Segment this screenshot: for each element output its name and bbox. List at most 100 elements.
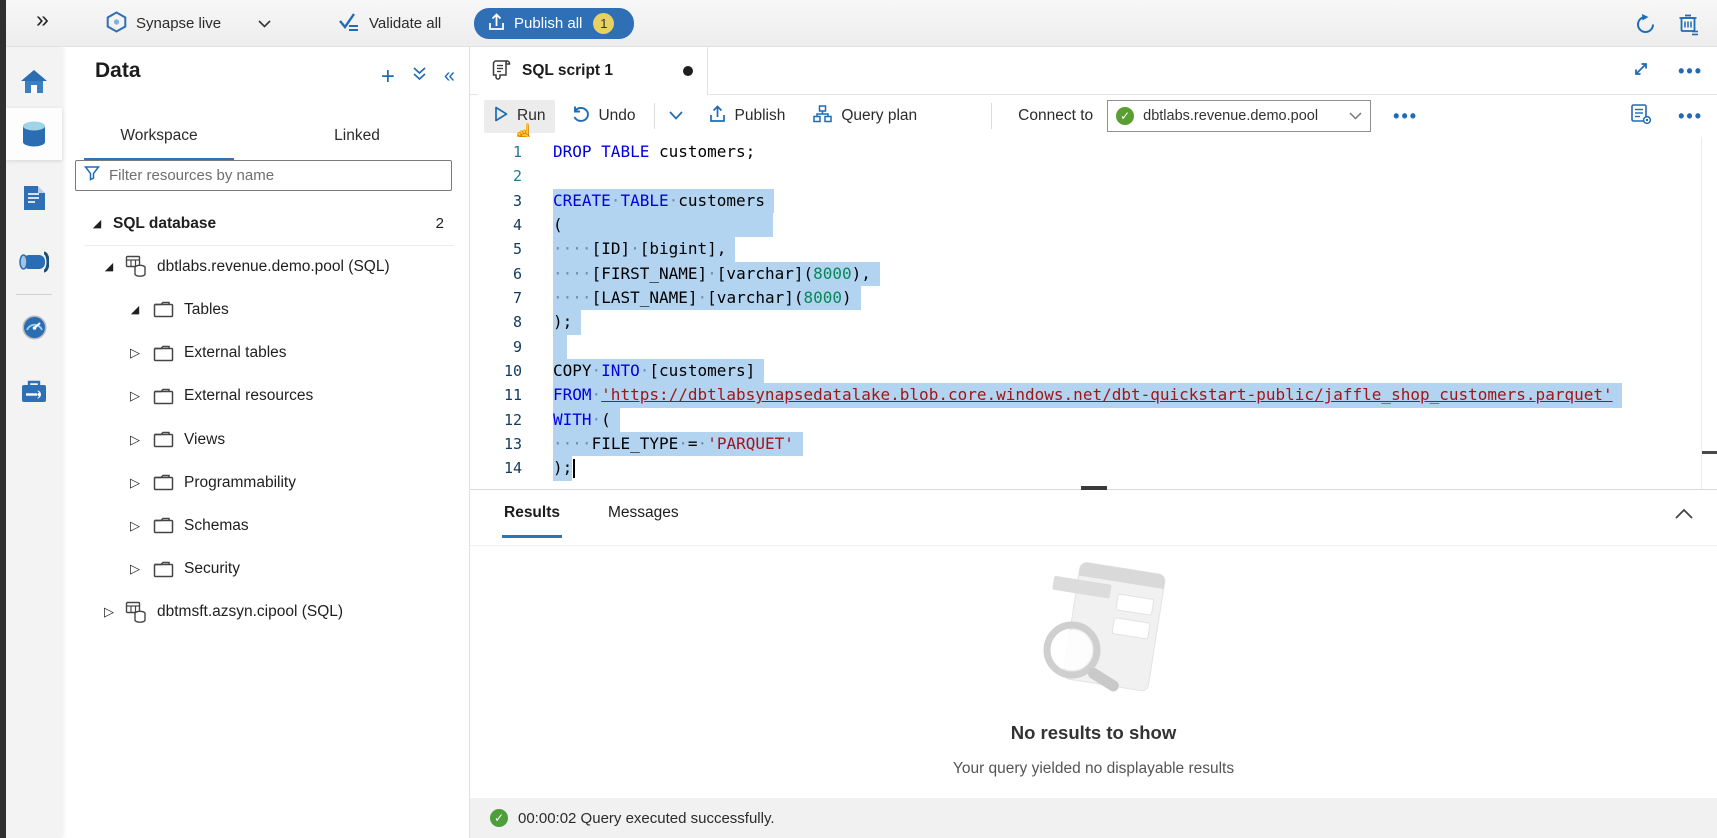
tree-expand-icon[interactable]: ▷	[129, 518, 141, 534]
line-number: 10	[470, 359, 522, 383]
tree-row-folder[interactable]: ▷Schemas	[62, 504, 469, 547]
line-number: 13	[470, 432, 522, 456]
undo-redo-chevron-icon[interactable]	[663, 107, 689, 125]
run-button[interactable]: Run ☝	[484, 100, 555, 133]
git-mode-selector[interactable]: Synapse live	[106, 11, 271, 36]
publish-icon	[488, 13, 505, 35]
nav-develop-icon[interactable]	[6, 172, 62, 224]
line-number: 4	[470, 213, 522, 237]
tree-expand-icon[interactable]: ▷	[129, 475, 141, 491]
script-properties-icon[interactable]	[1630, 103, 1652, 130]
tab-workspace[interactable]: Workspace	[84, 119, 234, 157]
sql-code-editor[interactable]: 1 DROP TABLE customers;23CREATE·TABLE·cus…	[470, 137, 1717, 489]
add-resource-icon[interactable]: +	[381, 67, 395, 87]
tree-expand-icon[interactable]: ▷	[103, 604, 115, 620]
tree-row-pool[interactable]: ▷dbtmsft.azsyn.cipool (SQL)	[62, 591, 469, 634]
document-tab-row: SQL script 1 •••	[470, 47, 1717, 95]
tree-row-sql-database[interactable]: ◢SQL database2	[62, 202, 469, 245]
tab-results[interactable]: Results	[504, 504, 560, 522]
line-number: 9	[470, 335, 522, 359]
code-line[interactable]: 13 ····FILE_TYPE·=·'PARQUET'	[470, 432, 1717, 456]
expand-editor-icon[interactable]	[1632, 60, 1650, 83]
code-line[interactable]: 12WITH·(	[470, 408, 1717, 432]
toolbar-more-icon[interactable]: •••	[1393, 106, 1418, 127]
navigation-rail	[6, 47, 62, 838]
line-content: FROM·'https://dbtlabsynapsedatalake.blob…	[553, 383, 1622, 407]
tree-expand-icon[interactable]: ▷	[129, 388, 141, 404]
nav-home-icon[interactable]	[6, 56, 62, 108]
publish-button[interactable]: Publish	[699, 99, 796, 134]
folder-icon	[153, 431, 174, 448]
tree-collapse-icon[interactable]: ◢	[103, 260, 115, 273]
selection-highlight: COPY·INTO·[customers]	[553, 359, 755, 383]
selection-highlight: );	[553, 310, 572, 334]
tree-row-folder[interactable]: ▷External resources	[62, 375, 469, 418]
nav-integrate-icon[interactable]	[6, 236, 62, 288]
code-line[interactable]: 11FROM·'https://dbtlabsynapsedatalake.bl…	[470, 383, 1717, 407]
selection-highlight: CREATE·TABLE·customers	[553, 189, 765, 213]
refresh-icon[interactable]	[1633, 12, 1657, 36]
nav-data-icon[interactable]	[6, 108, 62, 160]
filter-resources-input[interactable]	[109, 167, 443, 184]
code-line[interactable]: 1 DROP TABLE customers;	[470, 140, 1717, 164]
sql-database-tree: ◢SQL database2◢dbtlabs.revenue.demo.pool…	[62, 202, 469, 634]
tree-expand-icon[interactable]: ▷	[129, 561, 141, 577]
code-line[interactable]: 5····[ID]·[bigint],	[470, 237, 1717, 261]
tree-row-folder[interactable]: ▷Views	[62, 418, 469, 461]
tab-more-actions-icon[interactable]: •••	[1678, 61, 1703, 82]
tree-row-folder[interactable]: ▷Security	[62, 548, 469, 591]
tree-row-folder[interactable]: ▷External tables	[62, 332, 469, 375]
tree-collapse-icon[interactable]: ◢	[91, 217, 103, 230]
line-content: (	[553, 213, 773, 237]
connect-to-pool-dropdown[interactable]: ✓ dbtlabs.revenue.demo.pool	[1107, 100, 1371, 132]
code-line[interactable]: 8);	[470, 310, 1717, 334]
code-line[interactable]: 6····[FIRST_NAME]·[varchar](8000),	[470, 262, 1717, 286]
tree-collapse-icon[interactable]: ◢	[129, 303, 141, 316]
editor-scrollbar-thumb[interactable]	[1702, 451, 1717, 454]
line-content: DROP TABLE customers;	[553, 140, 755, 164]
discard-all-icon[interactable]	[1677, 12, 1701, 36]
folder-icon	[153, 561, 174, 578]
undo-button[interactable]: Undo	[561, 99, 645, 133]
no-results-illustration	[1008, 558, 1183, 728]
line-number: 1	[470, 140, 522, 164]
validate-all-button[interactable]: Validate all	[338, 11, 441, 36]
collapse-panel-icon[interactable]: «	[444, 65, 455, 88]
data-explorer-panel: Data + « Workspace Linked ◢SQL database2…	[62, 47, 470, 838]
sql-script-tab[interactable]: SQL script 1	[478, 47, 708, 95]
tree-expand-icon[interactable]: ▷	[129, 345, 141, 361]
query-plan-button[interactable]: Query plan	[803, 99, 927, 134]
nav-manage-icon[interactable]	[6, 365, 62, 417]
line-number: 14	[470, 456, 522, 480]
selection-highlight: );	[553, 456, 572, 480]
collapse-results-icon[interactable]	[1675, 506, 1693, 524]
chevron-down-icon	[258, 15, 271, 32]
editor-more-actions-icon[interactable]: •••	[1678, 106, 1703, 127]
code-line[interactable]: 2	[470, 164, 1717, 188]
selection-highlight: (	[553, 213, 563, 237]
tree-row-pool[interactable]: ◢dbtlabs.revenue.demo.pool (SQL)	[62, 245, 469, 288]
publish-all-button[interactable]: Publish all 1	[474, 8, 634, 39]
validate-label: Validate all	[369, 15, 441, 32]
expand-all-icon[interactable]	[412, 66, 427, 87]
selection-tail	[852, 286, 861, 310]
selection-highlight: ····[ID]·[bigint],	[553, 237, 726, 261]
tab-messages[interactable]: Messages	[608, 504, 679, 522]
nav-monitor-icon[interactable]	[6, 301, 62, 353]
tree-row-folder[interactable]: ▷Programmability	[62, 461, 469, 504]
data-panel-tabs: Workspace Linked	[62, 119, 469, 157]
code-line[interactable]: 14);	[470, 456, 1717, 480]
code-line[interactable]: 9	[470, 335, 1717, 359]
tab-linked[interactable]: Linked	[282, 119, 432, 157]
publish-all-label: Publish all	[514, 15, 582, 32]
code-line[interactable]: 7····[LAST_NAME]·[varchar](8000)	[470, 286, 1717, 310]
code-line[interactable]: 10 COPY·INTO·[customers]	[470, 359, 1717, 383]
tree-expand-icon[interactable]: ▷	[129, 432, 141, 448]
code-line[interactable]: 3CREATE·TABLE·customers	[470, 189, 1717, 213]
selection-highlight: ····FILE_TYPE·=·'PARQUET'	[553, 432, 794, 456]
selection-tail	[871, 262, 880, 286]
expand-menu-icon[interactable]: »	[36, 6, 49, 33]
tree-row-folder[interactable]: ◢Tables	[62, 288, 469, 331]
publish-script-icon	[709, 105, 726, 128]
code-line[interactable]: 4(	[470, 213, 1717, 237]
